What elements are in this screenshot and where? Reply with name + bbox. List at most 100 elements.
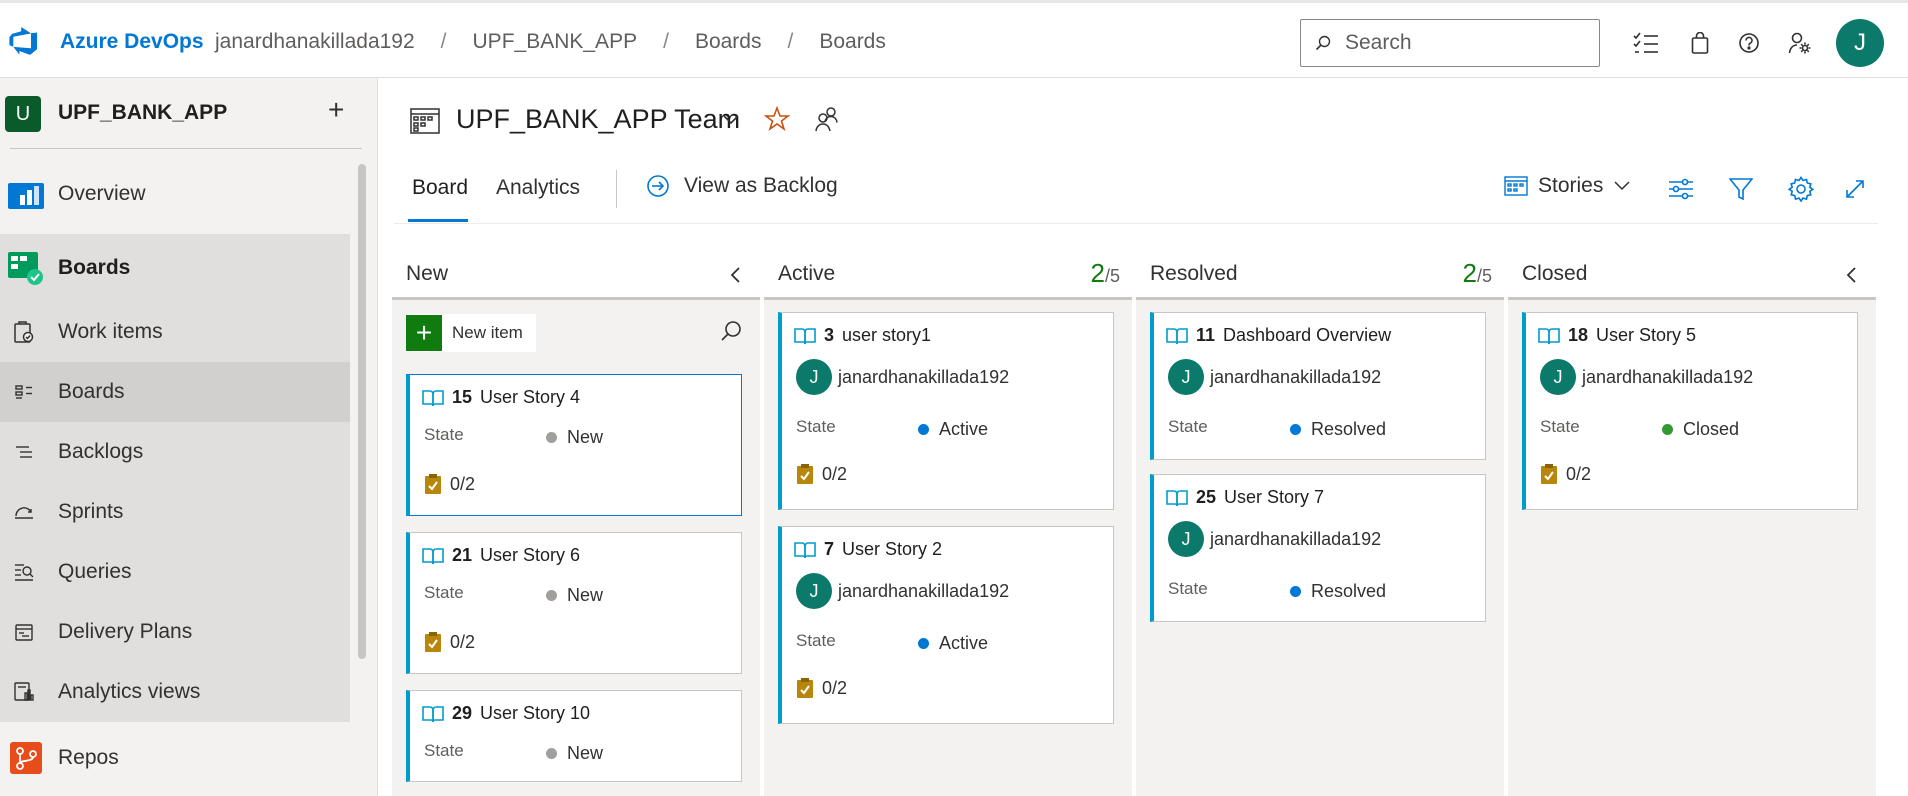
- sidebar-item-boards[interactable]: Boards: [0, 362, 350, 422]
- work-item-title: Dashboard Overview: [1223, 325, 1392, 345]
- assignee[interactable]: J janardhanakillada192: [1168, 359, 1381, 395]
- shopping-bag-icon[interactable]: [1686, 29, 1714, 57]
- work-item-card[interactable]: 29 User Story 10 State New: [406, 690, 742, 782]
- brand-name[interactable]: Azure DevOps: [60, 30, 204, 54]
- sidebar-item-boards-hub[interactable]: Boards: [0, 234, 350, 302]
- task-progress[interactable]: 0/2: [1540, 463, 1591, 485]
- work-item-card[interactable]: 11 Dashboard Overview J janardhanakillad…: [1150, 312, 1486, 460]
- view-as-backlog-button[interactable]: View as Backlog: [646, 174, 838, 198]
- work-item-id: 29: [452, 703, 473, 723]
- collapse-column-icon[interactable]: [730, 266, 742, 284]
- sidebar-item-sprints[interactable]: Sprints: [0, 482, 350, 542]
- state-value[interactable]: Resolved: [1290, 419, 1386, 440]
- breadcrumb-hub[interactable]: Boards: [695, 30, 762, 54]
- work-item-id: 7: [824, 539, 835, 559]
- backlog-level-label: Stories: [1538, 174, 1604, 197]
- sidebar-item-analytics-views[interactable]: Analytics views: [0, 662, 350, 722]
- settings-gear-icon[interactable]: [1786, 174, 1816, 204]
- view-as-backlog-label: View as Backlog: [684, 174, 838, 197]
- view-options-icon[interactable]: [1666, 174, 1696, 204]
- breadcrumb-project[interactable]: UPF_BANK_APP: [473, 30, 638, 54]
- sidebar-item-backlogs[interactable]: Backlogs: [0, 422, 350, 482]
- tab-board[interactable]: Board: [412, 176, 468, 200]
- user-story-book-icon: [422, 705, 444, 722]
- chevron-down-icon[interactable]: [722, 114, 740, 126]
- new-item-button[interactable]: + New item: [406, 314, 536, 352]
- breadcrumb: janardhanakillada192 / UPF_BANK_APP / Bo…: [215, 30, 886, 54]
- assignee[interactable]: J janardhanakillada192: [796, 359, 1009, 395]
- user-avatar[interactable]: J: [1836, 19, 1884, 67]
- backlog-level-dropdown[interactable]: Stories: [1504, 174, 1631, 198]
- card-title[interactable]: 25 User Story 7: [1166, 487, 1324, 508]
- card-title[interactable]: 21 User Story 6: [422, 545, 580, 566]
- work-item-card[interactable]: 3 user story1 J janardhanakillada192 Sta…: [778, 312, 1114, 510]
- state-value[interactable]: New: [546, 743, 603, 764]
- search-box[interactable]: [1300, 19, 1600, 67]
- new-item-label: New item: [452, 323, 523, 342]
- user-settings-icon[interactable]: [1786, 29, 1814, 57]
- card-title[interactable]: 18 User Story 5: [1538, 325, 1696, 346]
- state-dot-icon: [546, 590, 557, 601]
- sidebar-item-repos[interactable]: Repos: [0, 728, 350, 788]
- sidebar-item-delivery-plans[interactable]: Delivery Plans: [0, 602, 350, 662]
- work-item-title: User Story 2: [842, 539, 943, 559]
- work-item-card[interactable]: 25 User Story 7 J janardhanakillada192 S…: [1150, 474, 1486, 622]
- team-members-icon[interactable]: [814, 106, 840, 132]
- analytics-views-icon: [12, 680, 36, 704]
- assignee[interactable]: J janardhanakillada192: [796, 573, 1009, 609]
- work-item-card[interactable]: 7 User Story 2 J janardhanakillada192 St…: [778, 526, 1114, 724]
- search-input[interactable]: [1345, 31, 1575, 55]
- state-value[interactable]: Active: [918, 633, 988, 654]
- state-text: New: [567, 743, 604, 763]
- work-item-card[interactable]: 15 User Story 4 State New 0/2: [406, 374, 742, 516]
- search-icon[interactable]: [720, 320, 742, 342]
- work-item-card[interactable]: 18 User Story 5 J janardhanakillada192 S…: [1522, 312, 1858, 510]
- work-item-id: 15: [452, 387, 473, 407]
- card-title[interactable]: 15 User Story 4: [422, 387, 580, 408]
- card-title[interactable]: 7 User Story 2: [794, 539, 942, 560]
- assignee[interactable]: J janardhanakillada192: [1168, 521, 1381, 557]
- sidebar-item-work-items[interactable]: Work items: [0, 302, 350, 362]
- help-icon[interactable]: [1735, 29, 1763, 57]
- state-label: State: [1540, 417, 1580, 436]
- state-dot-icon: [918, 638, 929, 649]
- tab-analytics[interactable]: Analytics: [496, 176, 580, 200]
- sidebar-scrollbar[interactable]: [358, 164, 366, 659]
- project-avatar[interactable]: U: [5, 96, 41, 132]
- state-value[interactable]: Resolved: [1290, 581, 1386, 602]
- add-icon[interactable]: +: [328, 94, 344, 126]
- state-dot-icon: [546, 432, 557, 443]
- azure-devops-logo-icon[interactable]: [8, 25, 40, 57]
- sidebar-item-queries[interactable]: Queries: [0, 542, 350, 602]
- project-name[interactable]: UPF_BANK_APP: [58, 101, 227, 125]
- filter-icon[interactable]: [1726, 174, 1756, 204]
- board-column-resolved: Resolved 2/5 11 Dashboard Overview J jan…: [1136, 250, 1504, 796]
- state-value[interactable]: New: [546, 427, 603, 448]
- collapse-column-icon[interactable]: [1846, 266, 1858, 284]
- state-value[interactable]: Closed: [1662, 419, 1739, 440]
- board-column-new: New + New item 15 User Story 4 State New…: [392, 250, 760, 796]
- assignee-avatar: J: [796, 573, 832, 609]
- task-progress[interactable]: 0/2: [424, 473, 475, 495]
- card-title[interactable]: 11 Dashboard Overview: [1166, 325, 1391, 346]
- state-value[interactable]: Active: [918, 419, 988, 440]
- task-list-icon[interactable]: [1632, 29, 1660, 57]
- breadcrumb-page[interactable]: Boards: [819, 30, 886, 54]
- state-value[interactable]: New: [546, 585, 603, 606]
- tab-board-underline: [408, 219, 468, 222]
- task-progress[interactable]: 0/2: [796, 463, 847, 485]
- task-progress[interactable]: 0/2: [424, 631, 475, 653]
- card-title[interactable]: 29 User Story 10: [422, 703, 590, 724]
- breadcrumb-org[interactable]: janardhanakillada192: [215, 30, 415, 54]
- sidebar-item-label: Repos: [58, 746, 119, 769]
- fullscreen-icon[interactable]: [1840, 174, 1870, 204]
- task-progress[interactable]: 0/2: [796, 677, 847, 699]
- team-name[interactable]: UPF_BANK_APP Team: [456, 104, 740, 135]
- state-label: State: [1168, 579, 1208, 598]
- work-item-card[interactable]: 21 User Story 6 State New 0/2: [406, 532, 742, 674]
- assignee-avatar: J: [1168, 359, 1204, 395]
- card-title[interactable]: 3 user story1: [794, 325, 931, 346]
- sidebar-item-overview[interactable]: Overview: [0, 164, 350, 224]
- assignee[interactable]: J janardhanakillada192: [1540, 359, 1753, 395]
- favorite-star-icon[interactable]: [764, 106, 790, 132]
